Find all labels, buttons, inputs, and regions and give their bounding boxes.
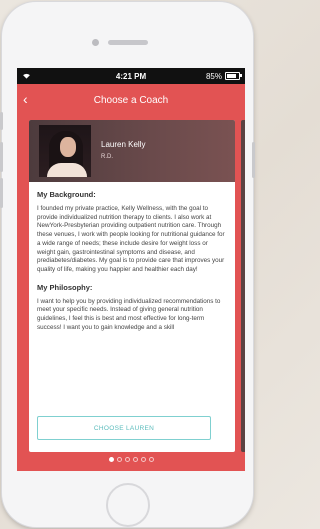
page-title: Choose a Coach	[93, 94, 169, 106]
coach-credential: R.D.	[101, 154, 113, 160]
philosophy-heading: My Philosophy:	[37, 282, 93, 292]
battery-icon	[225, 72, 242, 80]
power-button	[252, 142, 255, 178]
background-text: I founded my private practice, Kelly Wel…	[37, 205, 225, 273]
battery-percent: 85%	[205, 71, 222, 81]
nav-bar: ‹ Choose a Coach	[17, 84, 245, 116]
background-heading: My Background:	[37, 190, 96, 199]
mute-switch	[0, 112, 3, 130]
page-dot[interactable]	[132, 457, 138, 462]
home-button[interactable]	[106, 483, 150, 527]
page-dot[interactable]	[116, 457, 122, 462]
battery-status: 85%	[205, 71, 242, 81]
next-coach-card-peek[interactable]	[241, 120, 245, 452]
philosophy-text: I want to help you by providing individu…	[37, 297, 221, 331]
page-dot[interactable]	[108, 457, 114, 462]
volume-up-button	[0, 142, 3, 172]
coach-bio: My Background: I founded my private prac…	[29, 182, 235, 358]
page-dot[interactable]	[124, 457, 130, 462]
coach-photo	[39, 125, 91, 177]
earpiece-speaker	[108, 40, 148, 45]
coach-name: Lauren Kelly	[101, 140, 146, 149]
choose-coach-button[interactable]: CHOOSE LAUREN	[37, 416, 211, 440]
coach-header: Lauren Kelly R.D.	[29, 120, 235, 182]
status-bar: 4:21 PM 85%	[17, 68, 245, 84]
app-screen: 4:21 PM 85% ‹ Choose a Coach Lauren Kell…	[17, 68, 245, 471]
page-dot[interactable]	[140, 457, 146, 462]
volume-down-button	[0, 178, 3, 208]
chevron-left-icon[interactable]: ‹	[23, 92, 28, 106]
coach-card: Lauren Kelly R.D. My Background: I found…	[29, 120, 235, 452]
wifi-icon	[23, 73, 30, 79]
page-dot[interactable]	[148, 457, 154, 462]
pagination-dots	[17, 457, 245, 462]
front-camera	[92, 39, 99, 46]
